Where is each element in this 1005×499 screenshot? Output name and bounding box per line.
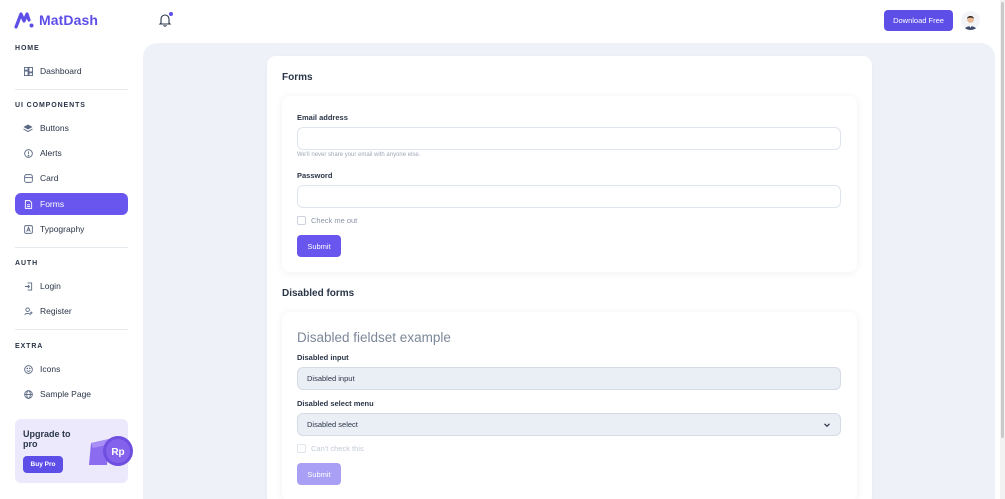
disabled-input-label: Disabled input <box>297 353 349 362</box>
disabled-input-field: Disabled input <box>297 367 841 390</box>
check-me-out[interactable]: Check me out <box>297 216 357 225</box>
nav-caption-auth: AUTH <box>15 260 39 267</box>
disabled-select-label: Disabled select menu <box>297 399 374 408</box>
sidebar-item-sample-page[interactable]: Sample Page <box>15 383 128 405</box>
file-icon <box>23 199 33 209</box>
brand[interactable]: MatDash <box>14 10 98 30</box>
sidebar-item-buttons[interactable]: Buttons <box>15 117 128 139</box>
notification-dot <box>169 12 173 16</box>
disabled-input-value: Disabled input <box>307 374 355 383</box>
download-free-button[interactable]: Download Free <box>884 10 953 31</box>
sidebar-item-label: Alerts <box>40 148 62 158</box>
disabled-submit-button: Submit <box>297 463 341 485</box>
nav-caption-ui-components: UI COMPONENTS <box>15 102 86 109</box>
email-help-text: We'll never share your email with anyone… <box>297 152 421 158</box>
info-circle-icon <box>23 148 33 158</box>
rupee-coin-illustration: Rp <box>89 436 133 466</box>
sidebar-item-label: Icons <box>40 364 61 374</box>
sidebar-item-card[interactable]: Card <box>15 167 128 189</box>
page-title: Forms <box>282 72 313 83</box>
upgrade-card: Upgrade to pro Buy Pro Rp <box>15 419 133 483</box>
sidebar-item-label: Typography <box>40 224 85 234</box>
disabled-forms-title: Disabled forms <box>282 288 355 299</box>
checkbox-label: Can't check this <box>311 444 364 453</box>
disabled-checkbox <box>297 444 306 453</box>
login-icon <box>23 281 33 291</box>
nav-caption-home: HOME <box>15 45 40 52</box>
user-avatar[interactable] <box>961 11 980 30</box>
nav-caption-extra: EXTRA <box>15 343 44 350</box>
nav-divider <box>15 329 128 330</box>
dashboard-icon <box>23 66 33 76</box>
sidebar-item-login[interactable]: Login <box>15 275 128 297</box>
chevron-down-icon <box>824 423 830 428</box>
sidebar-item-label: Sample Page <box>40 389 92 399</box>
brand-logo-icon <box>14 12 34 29</box>
sidebar-item-register[interactable]: Register <box>15 300 128 322</box>
sidebar-item-icons[interactable]: Icons <box>15 358 128 380</box>
fieldset-legend: Disabled fieldset example <box>297 330 451 345</box>
sidebar-item-typography[interactable]: Typography <box>15 218 128 240</box>
nav-divider <box>15 89 128 90</box>
password-label: Password <box>297 171 333 180</box>
sidebar-item-dashboard[interactable]: Dashboard <box>15 60 128 82</box>
globe-icon <box>23 389 33 399</box>
buy-pro-button[interactable]: Buy Pro <box>23 456 63 473</box>
submit-button[interactable]: Submit <box>297 235 341 257</box>
card-icon <box>23 173 33 183</box>
password-field[interactable] <box>297 185 841 208</box>
upgrade-title: Upgrade to pro <box>23 429 71 449</box>
email-field[interactable] <box>297 127 841 150</box>
rupee-badge-text: Rp <box>111 447 124 458</box>
check-me-out-checkbox[interactable] <box>297 216 306 225</box>
brand-name: MatDash <box>39 12 99 28</box>
sidebar-item-label: Forms <box>40 199 65 209</box>
sidebar-item-alerts[interactable]: Alerts <box>15 142 128 164</box>
sidebar-item-label: Dashboard <box>40 66 82 76</box>
checkbox-label: Check me out <box>311 216 358 225</box>
basic-form-panel <box>282 96 857 272</box>
sidebar-item-label: Card <box>40 173 59 183</box>
sidebar-item-label: Login <box>40 281 61 291</box>
disabled-select-value: Disabled select <box>307 420 358 429</box>
disabled-select: Disabled select <box>297 413 841 436</box>
mood-icon <box>23 364 33 374</box>
sidebar-item-forms[interactable]: Forms <box>15 193 128 215</box>
cant-check-this: Can't check this <box>297 444 364 453</box>
sidebar-item-label: Buttons <box>40 123 69 133</box>
page-scrollbar-thumb[interactable] <box>1001 2 1004 438</box>
sidebar-item-label: Register <box>40 306 72 316</box>
nav-divider <box>15 247 128 248</box>
typography-icon <box>23 224 33 234</box>
layers-icon <box>23 123 33 133</box>
sidebar: MatDash HOME Dashboard UI COMPONENTS But… <box>0 0 140 499</box>
user-plus-icon <box>23 306 33 316</box>
email-label: Email address <box>297 113 348 122</box>
